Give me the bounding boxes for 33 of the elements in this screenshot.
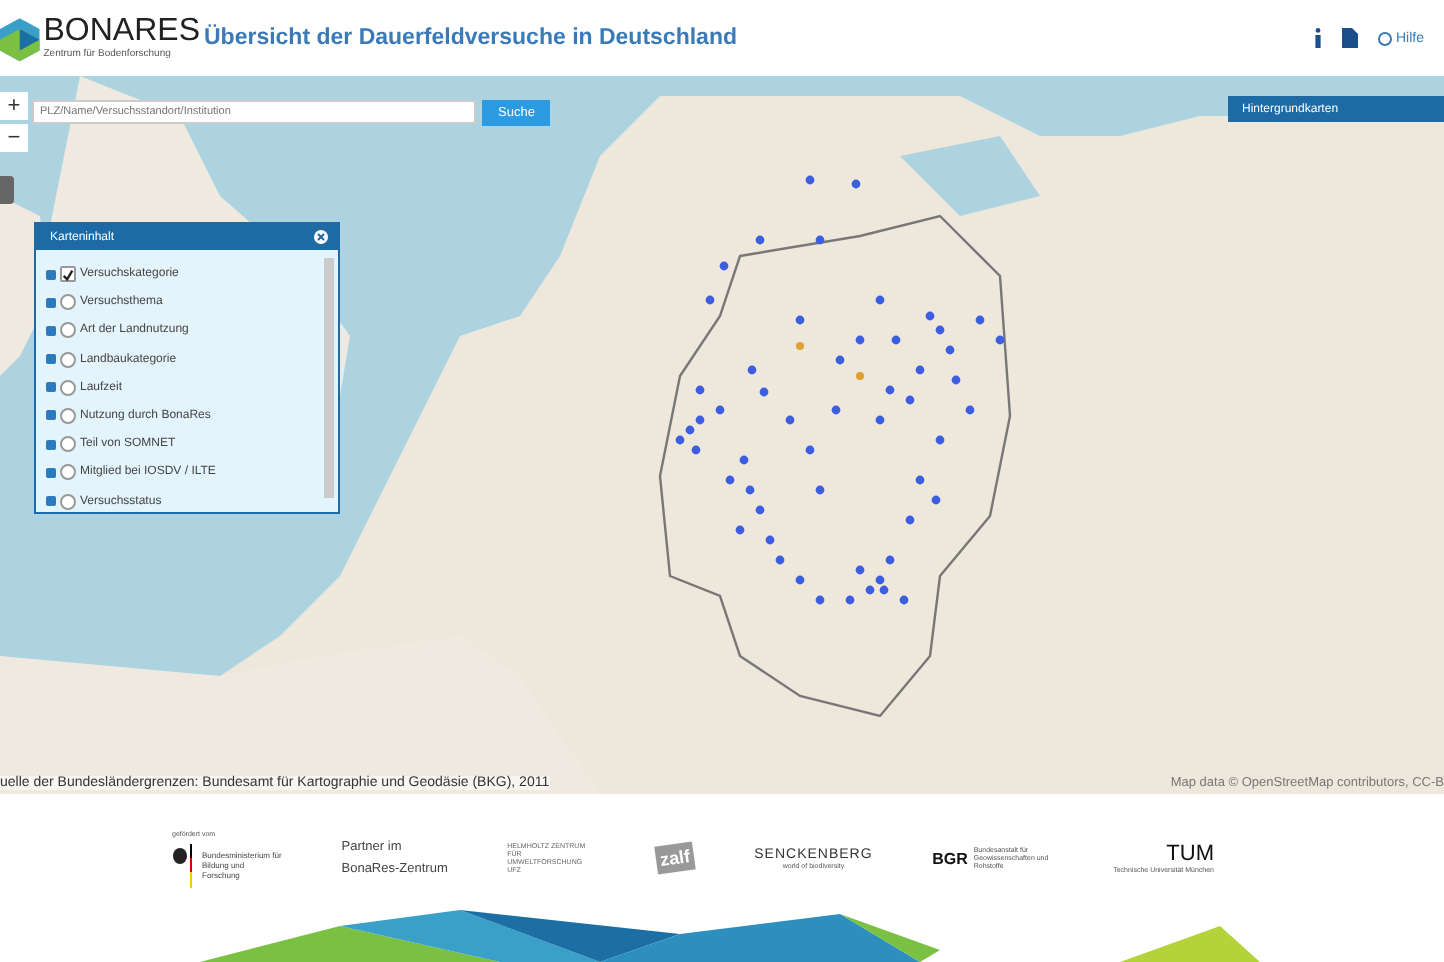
- expand-icon[interactable]: [46, 354, 56, 365]
- checkbox[interactable]: [60, 379, 76, 396]
- expand-icon[interactable]: [46, 410, 56, 421]
- page-title: Übersicht der Dauerfeldversuche in Deutschland: [204, 26, 739, 50]
- checkbox[interactable]: [60, 464, 76, 481]
- expand-icon[interactable]: [46, 496, 56, 506]
- info-icon[interactable]: [1313, 28, 1322, 48]
- document-icon[interactable]: [1341, 28, 1358, 48]
- checkbox[interactable]: [60, 493, 76, 509]
- scrollbar[interactable]: [324, 258, 334, 498]
- logo-name: BONARES: [43, 16, 200, 48]
- expand-icon[interactable]: [46, 269, 56, 279]
- expand-icon[interactable]: [46, 297, 56, 308]
- checkbox[interactable]: [60, 266, 76, 282]
- expand-icon[interactable]: [46, 325, 56, 336]
- map-drawing[interactable]: [0, 76, 1444, 794]
- expand-icon[interactable]: [46, 439, 56, 450]
- checkbox[interactable]: [60, 322, 76, 339]
- expand-icon[interactable]: [46, 467, 56, 478]
- logo-icon: [0, 12, 40, 64]
- checkbox[interactable]: [60, 436, 76, 453]
- close-icon[interactable]: [314, 230, 328, 244]
- zoom-out-button[interactable]: −: [0, 124, 28, 152]
- partner-logo-text: TUM: [1166, 842, 1214, 866]
- checkbox[interactable]: [60, 351, 76, 368]
- expand-icon[interactable]: [46, 382, 56, 393]
- checkbox[interactable]: [60, 407, 76, 424]
- eagle-flag-icon: [172, 843, 196, 887]
- zoom-in-button[interactable]: +: [0, 92, 28, 120]
- partner-logo-text: zalf: [654, 841, 697, 875]
- help-icon[interactable]: [1377, 31, 1392, 45]
- checkbox[interactable]: [60, 294, 76, 311]
- partner-logo-text: BGR: [932, 849, 968, 867]
